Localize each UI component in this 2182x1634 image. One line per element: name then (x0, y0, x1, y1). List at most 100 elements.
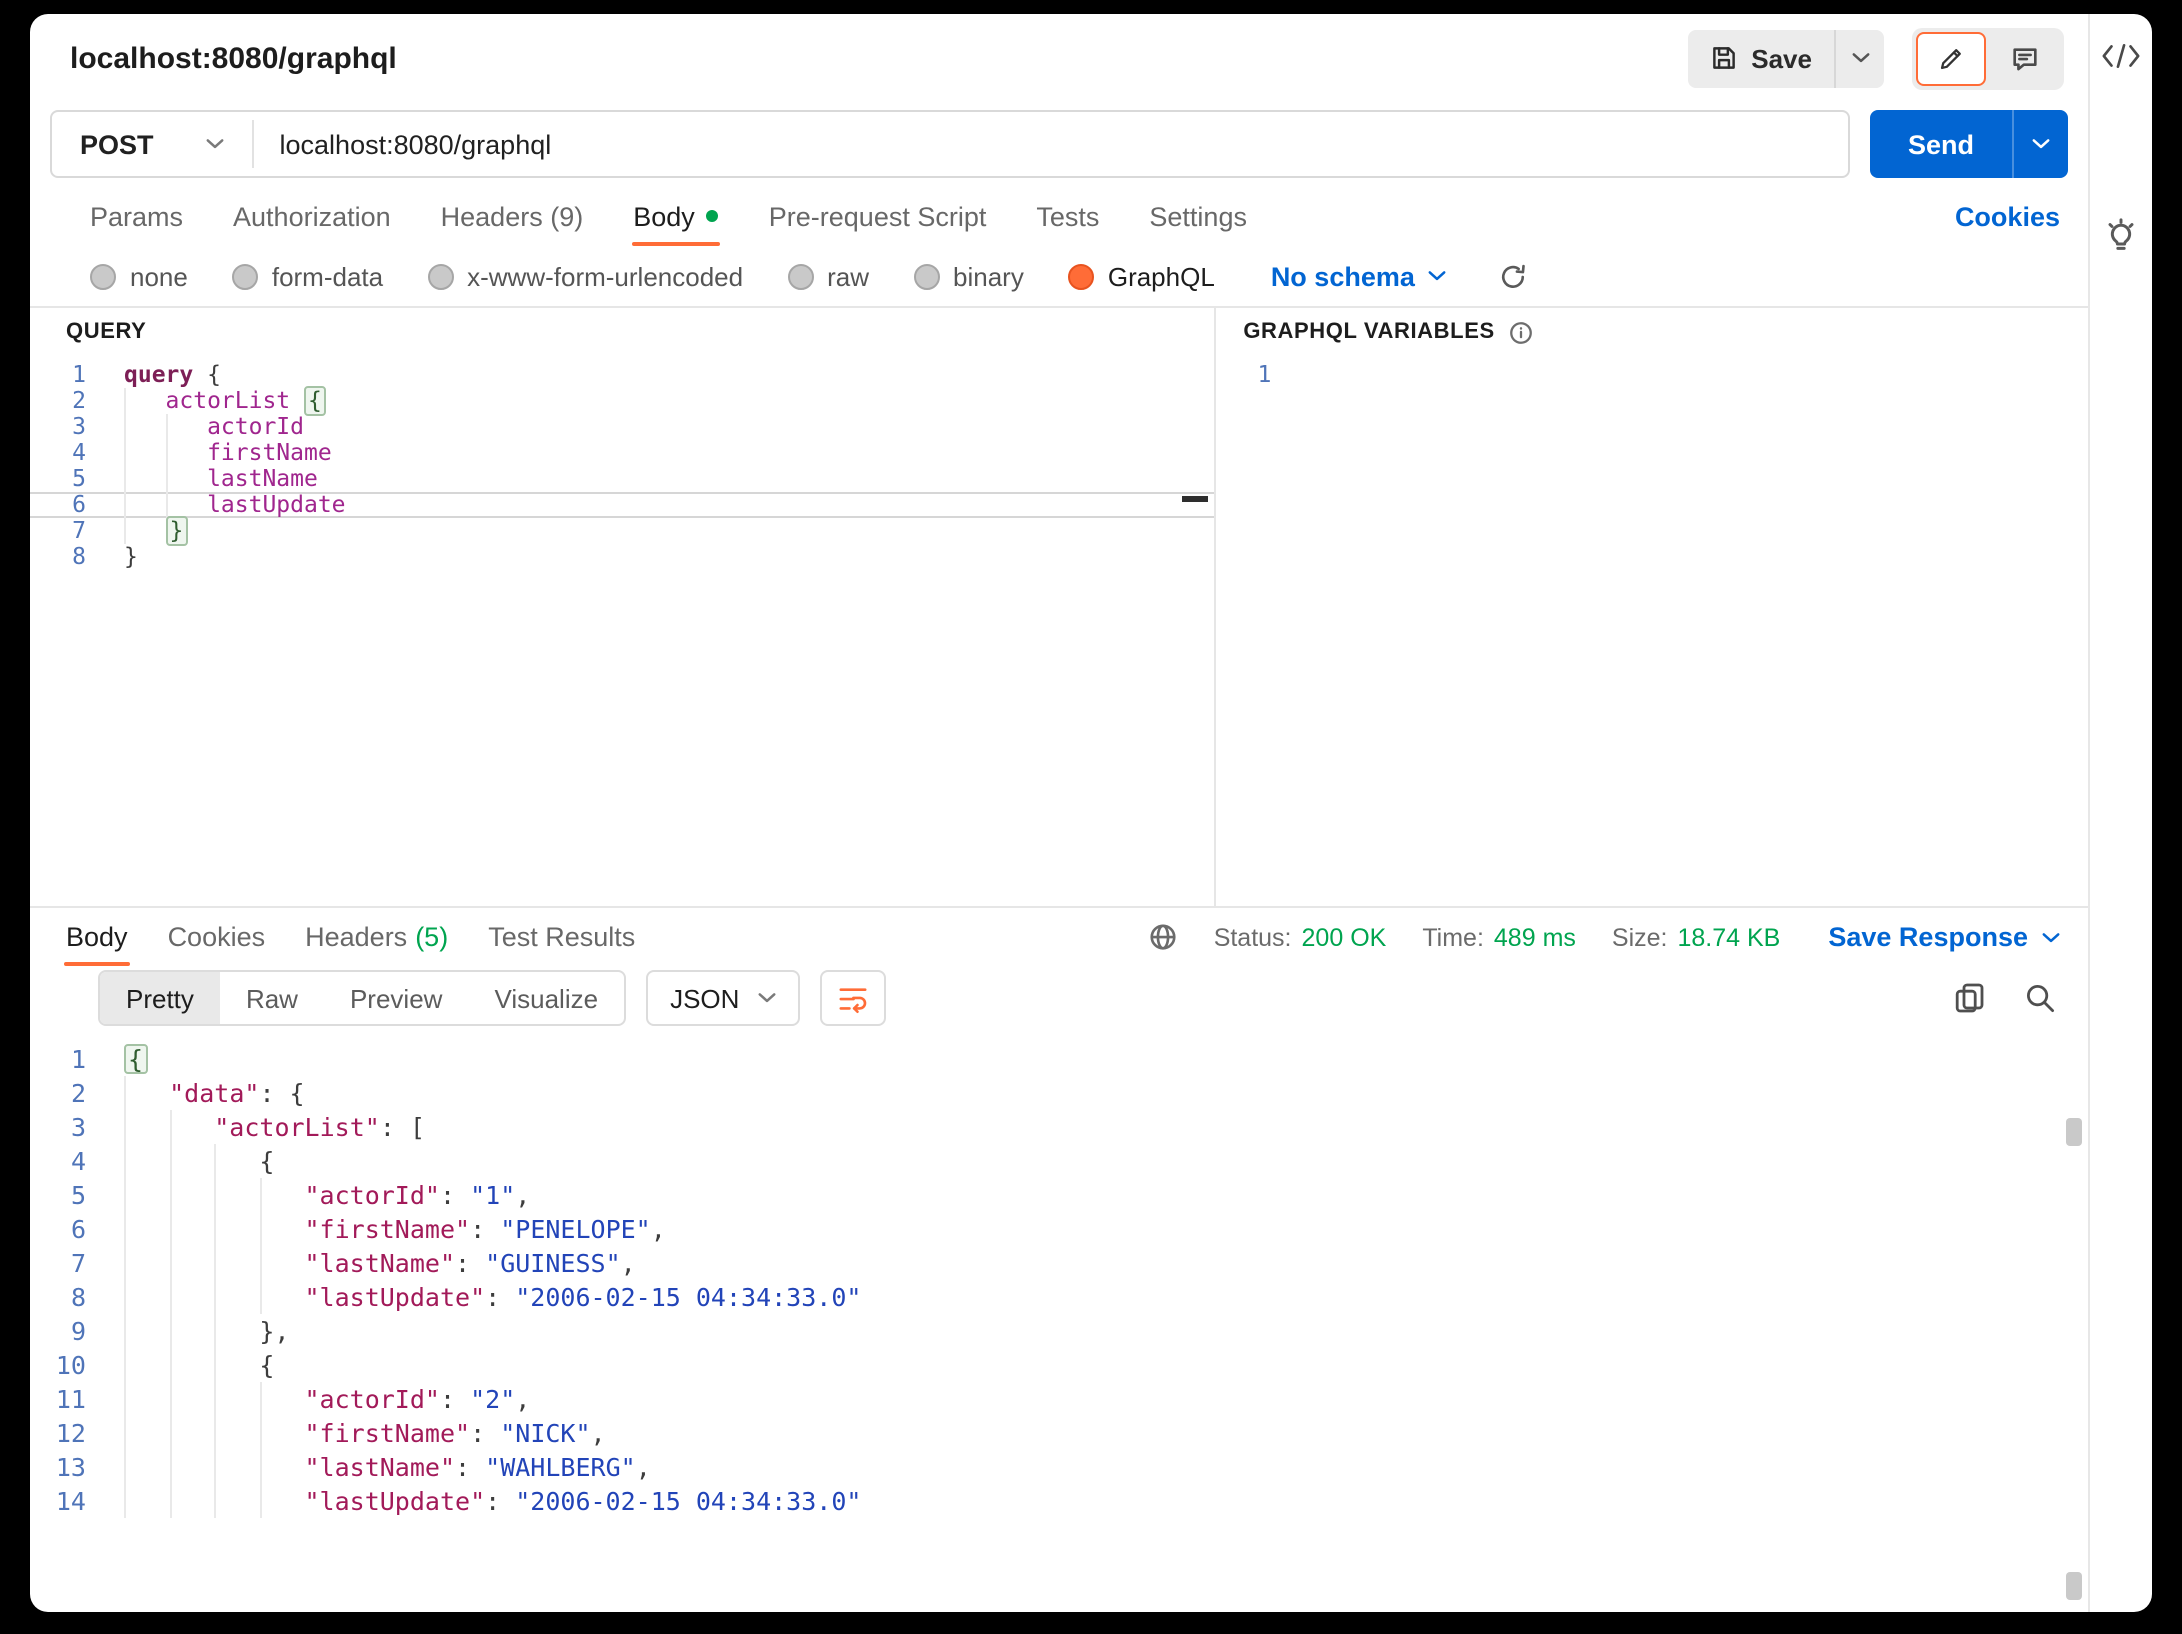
indent-guide (169, 1212, 214, 1246)
response-tab-body[interactable]: Body (66, 908, 128, 966)
code-text: { (106, 1348, 274, 1382)
code-line: 4{ (30, 1144, 2088, 1178)
save-icon (1709, 44, 1737, 72)
response-body-editor[interactable]: 1{2"data": {3"actorList": [4{5"actorId":… (30, 1030, 2088, 1612)
code-line: 3actorId (30, 414, 1213, 440)
code-line: 9}, (30, 1314, 2088, 1348)
line-number: 8 (30, 1280, 106, 1314)
indent-guide (214, 1314, 259, 1348)
indent-guide (169, 1280, 214, 1314)
indent-guide (124, 492, 166, 518)
wrap-lines-button[interactable] (819, 970, 885, 1026)
code-line: 5"actorId": "1", (30, 1178, 2088, 1212)
lightbulb-icon[interactable] (2102, 218, 2140, 256)
mode-raw[interactable]: raw (787, 261, 869, 291)
mode-urlencoded[interactable]: x-www-form-urlencoded (427, 261, 743, 291)
cursor-line-ruler-mark (1181, 496, 1207, 502)
save-button[interactable]: Save (1687, 29, 1834, 87)
mode-urlencoded-label: x-www-form-urlencoded (467, 261, 743, 291)
code-text: "actorList": [ (106, 1110, 425, 1144)
query-pane: QUERY 1query {2actorList {3actorId4first… (30, 308, 1213, 906)
wrap-lines-icon (837, 983, 867, 1013)
code-snippet-icon[interactable] (2100, 42, 2142, 70)
response-tab-cookies[interactable]: Cookies (168, 908, 266, 966)
format-dropdown[interactable]: JSON (646, 970, 799, 1026)
method-select[interactable]: POST (52, 112, 252, 176)
indent-guide (124, 518, 166, 544)
indent-guide (259, 1212, 304, 1246)
code-text: query { (106, 362, 221, 388)
chevron-down-icon (1851, 52, 1869, 64)
response-tab-test-results[interactable]: Test Results (488, 908, 635, 966)
tab-headers[interactable]: Headers (9) (441, 186, 584, 246)
code-text: "lastName": "WAHLBERG", (106, 1450, 651, 1484)
line-number: 3 (30, 1110, 106, 1144)
indent-guide (166, 492, 208, 518)
tab-body[interactable]: Body (633, 186, 719, 246)
indent-guide (124, 1416, 169, 1450)
status-badge: Status: 200 OK (1214, 923, 1387, 951)
search-icon[interactable] (2024, 982, 2056, 1014)
send-options-button[interactable] (2014, 110, 2068, 178)
comment-button[interactable] (1990, 31, 2060, 85)
radio-icon (913, 263, 939, 289)
tab-prerequest-script[interactable]: Pre-request Script (769, 186, 987, 246)
indent-guide (124, 466, 166, 492)
main-column: localhost:8080/graphql Save (30, 14, 2088, 1612)
line-number: 4 (30, 440, 106, 466)
code-line: 1{ (30, 1042, 2088, 1076)
mode-form-data[interactable]: form-data (232, 261, 383, 291)
graphql-query-editor[interactable]: 1query {2actorList {3actorId4firstName5l… (30, 356, 1213, 906)
indent-guide (124, 1076, 169, 1110)
chevron-down-icon (2042, 931, 2060, 943)
code-line: 2actorList { (30, 388, 1213, 414)
indent-guide (214, 1280, 259, 1314)
save-options-button[interactable] (1836, 29, 1884, 87)
view-pretty[interactable]: Pretty (100, 972, 220, 1024)
scrollbar-thumb[interactable] (2066, 1572, 2082, 1600)
cookies-link[interactable]: Cookies (1955, 201, 2060, 231)
indent-guide (124, 1178, 169, 1212)
code-text: actorList { (106, 388, 326, 414)
edit-button[interactable] (1916, 31, 1986, 85)
indent-guide (124, 1110, 169, 1144)
indent-guide (124, 1246, 169, 1280)
code-line: 12"firstName": "NICK", (30, 1416, 2088, 1450)
right-icon-rail (2088, 14, 2152, 1612)
line-number: 5 (30, 1178, 106, 1212)
line-number: 1 (30, 1042, 106, 1076)
send-button[interactable]: Send (1870, 110, 2012, 178)
code-line: 3"actorList": [ (30, 1110, 2088, 1144)
chevron-down-icon (2032, 138, 2050, 150)
line-number: 13 (30, 1450, 106, 1484)
graphql-variables-editor[interactable]: 1 (1215, 356, 2088, 906)
copy-icon[interactable] (1954, 982, 1986, 1014)
url-input[interactable]: localhost:8080/graphql (254, 112, 1848, 176)
status-value: 200 OK (1302, 923, 1387, 951)
indent-guide (214, 1178, 259, 1212)
tab-tests[interactable]: Tests (1036, 186, 1099, 246)
schema-dropdown[interactable]: No schema (1271, 261, 1447, 291)
response-tool-icons (1954, 982, 2056, 1014)
response-tab-headers[interactable]: Headers (5) (305, 908, 448, 966)
tab-authorization[interactable]: Authorization (233, 186, 391, 246)
response-body-wrap: 1{2"data": {3"actorList": [4{5"actorId":… (30, 1030, 2088, 1612)
mode-none[interactable]: none (90, 261, 188, 291)
save-response-dropdown[interactable]: Save Response (1828, 922, 2060, 952)
info-icon[interactable] (1509, 319, 1535, 345)
refresh-schema-button[interactable] (1499, 261, 1529, 291)
mode-binary[interactable]: binary (913, 261, 1024, 291)
schema-label: No schema (1271, 261, 1415, 291)
tab-settings[interactable]: Settings (1149, 186, 1247, 246)
radio-icon (90, 263, 116, 289)
view-raw[interactable]: Raw (220, 972, 324, 1024)
tab-params[interactable]: Params (90, 186, 183, 246)
view-visualize[interactable]: Visualize (468, 972, 624, 1024)
scrollbar-thumb[interactable] (2066, 1118, 2082, 1146)
mode-graphql[interactable]: GraphQL (1068, 261, 1215, 291)
indent-guide (169, 1484, 214, 1518)
globe-icon[interactable] (1148, 922, 1178, 952)
view-preview[interactable]: Preview (324, 972, 469, 1024)
indent-guide (169, 1246, 214, 1280)
indent-guide (259, 1178, 304, 1212)
